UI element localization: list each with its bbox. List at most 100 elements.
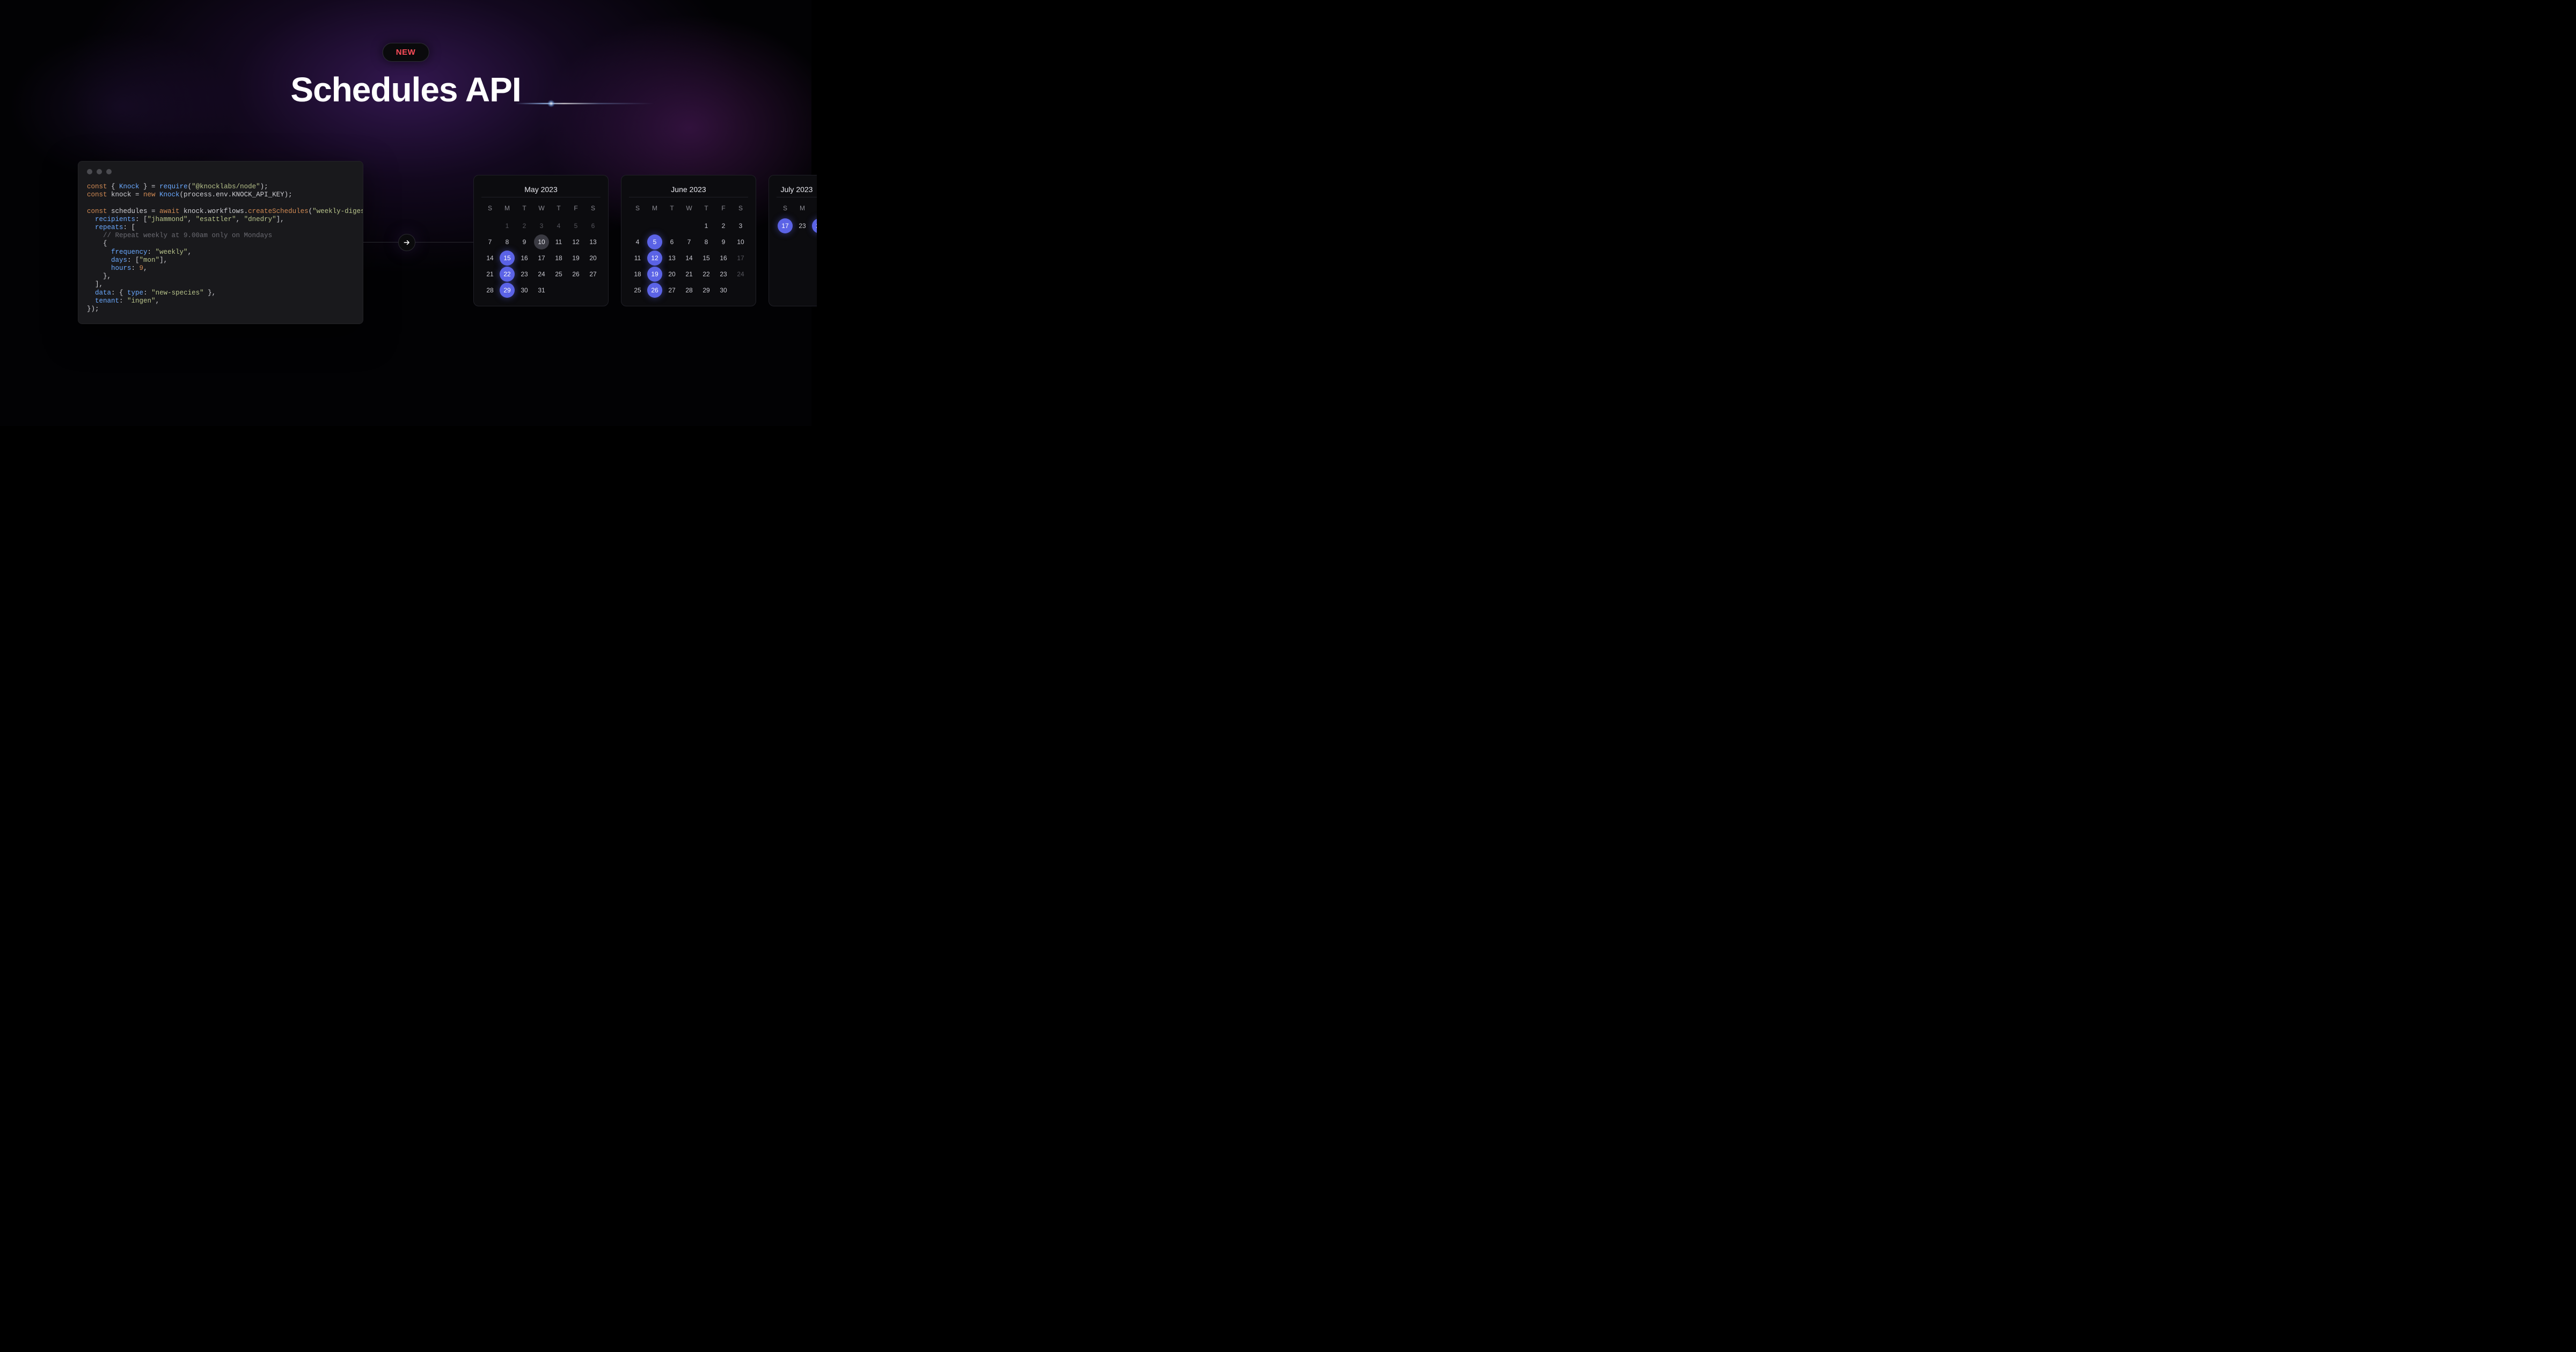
calendar-day[interactable]: 12: [647, 251, 662, 266]
lens-flare: [515, 103, 655, 104]
calendar-day[interactable]: 19: [647, 267, 662, 282]
calendar-day[interactable]: 7: [680, 234, 698, 250]
calendar-day[interactable]: 27: [584, 266, 602, 282]
calendar-day[interactable]: 4: [550, 218, 567, 234]
calendar-day[interactable]: 18: [550, 250, 567, 266]
calendar-day[interactable]: 10: [534, 234, 549, 249]
calendar-day[interactable]: 8: [499, 234, 516, 250]
hero-stage: NEW Schedules API const { Knock } = requ…: [0, 0, 811, 426]
calendar-title: May 2023: [481, 185, 601, 194]
calendar-day[interactable]: 20: [584, 250, 602, 266]
calendar-day[interactable]: 14: [680, 250, 698, 266]
calendar-day[interactable]: 22: [698, 266, 715, 282]
calendar-day[interactable]: 25: [629, 282, 646, 298]
calendar-day[interactable]: 14: [481, 250, 499, 266]
calendar-dow: M: [646, 202, 663, 218]
calendar-day[interactable]: 19: [567, 250, 584, 266]
calendar-day[interactable]: 28: [481, 282, 499, 298]
badge-label: NEW: [396, 48, 416, 57]
calendar-day[interactable]: 7: [481, 234, 499, 250]
calendar-day[interactable]: 2: [811, 202, 817, 218]
calendar-day[interactable]: 30: [516, 282, 533, 298]
calendar-day[interactable]: 26: [647, 283, 662, 298]
arrow-button[interactable]: [398, 234, 415, 251]
calendar-day: [680, 218, 698, 234]
calendar-day[interactable]: 10: [732, 234, 749, 250]
calendar-day[interactable]: 11: [550, 234, 567, 250]
calendar-day[interactable]: 24: [533, 266, 550, 282]
calendar-day[interactable]: 2: [516, 218, 533, 234]
calendar-day[interactable]: 3: [732, 218, 749, 234]
calendar-strip: May 2023SMTWTFS1234567891011121314151617…: [473, 175, 817, 306]
calendar-day[interactable]: 23: [794, 218, 811, 234]
calendar-day[interactable]: 22: [500, 267, 515, 282]
calendar-dow: T: [698, 202, 715, 218]
calendar-dow: S: [481, 202, 499, 218]
calendar-day[interactable]: 23: [516, 266, 533, 282]
calendar-day[interactable]: 16: [715, 250, 732, 266]
calendar-day[interactable]: 13: [663, 250, 680, 266]
window-traffic-lights: [87, 169, 112, 174]
calendar-day[interactable]: 25: [550, 266, 567, 282]
calendar-day[interactable]: 31: [533, 282, 550, 298]
calendar-day[interactable]: 6: [663, 234, 680, 250]
calendar-day[interactable]: 24: [732, 266, 749, 282]
calendar-day[interactable]: 29: [500, 283, 515, 298]
calendar-day[interactable]: 15: [698, 250, 715, 266]
calendar-month: June 2023SMTWTFS123456789101112131415161…: [621, 175, 756, 306]
calendar-day[interactable]: 21: [680, 266, 698, 282]
calendar-day[interactable]: 8: [698, 234, 715, 250]
calendar-day[interactable]: 6: [584, 218, 602, 234]
calendar-day[interactable]: 5: [567, 218, 584, 234]
calendar-day[interactable]: 9: [715, 234, 732, 250]
calendar-day[interactable]: 5: [647, 234, 662, 249]
calendar-day[interactable]: 20: [663, 266, 680, 282]
calendar-day[interactable]: 21: [481, 266, 499, 282]
calendar-day[interactable]: 17: [732, 250, 749, 266]
calendar-day: [663, 218, 680, 234]
calendar-day[interactable]: 17: [778, 218, 793, 233]
code-window: const { Knock } = require("@knocklabs/no…: [78, 161, 363, 324]
traffic-dot: [106, 169, 112, 174]
calendar-dow: M: [794, 202, 811, 218]
traffic-dot: [97, 169, 102, 174]
calendar-dow: T: [516, 202, 533, 218]
calendar-month: May 2023SMTWTFS1234567891011121314151617…: [473, 175, 609, 306]
calendar-day[interactable]: 17: [533, 250, 550, 266]
calendar-day[interactable]: 23: [715, 266, 732, 282]
calendar-day[interactable]: 12: [567, 234, 584, 250]
calendar-day[interactable]: 4: [629, 234, 646, 250]
calendar-dow: W: [533, 202, 550, 218]
calendar-day[interactable]: 28: [680, 282, 698, 298]
arrow-right-icon: [403, 239, 411, 246]
calendar-grid: SMTWTFS123456789101112131415161718192021…: [481, 202, 601, 298]
calendar-day[interactable]: 3: [533, 218, 550, 234]
calendar-day[interactable]: 1: [698, 218, 715, 234]
calendar-day[interactable]: 18: [629, 266, 646, 282]
calendar-month: July 2023SM23910161723243031: [769, 175, 817, 306]
code-block: const { Knock } = require("@knocklabs/no…: [87, 183, 354, 313]
calendar-grid: SMTWTFS123456789101112131415161718192021…: [629, 202, 748, 298]
calendar-day[interactable]: 1: [499, 218, 516, 234]
calendar-day[interactable]: 16: [516, 250, 533, 266]
calendar-dow: S: [629, 202, 646, 218]
calendar-day: [629, 218, 646, 234]
calendar-dow: S: [777, 202, 794, 218]
calendar-dow: F: [715, 202, 732, 218]
calendar-dow: T: [550, 202, 567, 218]
calendar-day[interactable]: 29: [698, 282, 715, 298]
page-title: Schedules API: [290, 70, 521, 109]
calendar-title: June 2023: [629, 185, 748, 194]
calendar-day[interactable]: 13: [584, 234, 602, 250]
calendar-day[interactable]: 27: [663, 282, 680, 298]
calendar-day[interactable]: 24: [812, 218, 817, 233]
calendar-day[interactable]: 15: [500, 251, 515, 266]
calendar-day[interactable]: 26: [567, 266, 584, 282]
calendar-day[interactable]: 30: [715, 282, 732, 298]
calendar-day[interactable]: 9: [516, 234, 533, 250]
calendar-day[interactable]: 2: [715, 218, 732, 234]
calendar-grid: SM23910161723243031: [777, 202, 817, 234]
calendar-dow: S: [732, 202, 749, 218]
calendar-day[interactable]: 11: [629, 250, 646, 266]
calendar-dow: M: [499, 202, 516, 218]
